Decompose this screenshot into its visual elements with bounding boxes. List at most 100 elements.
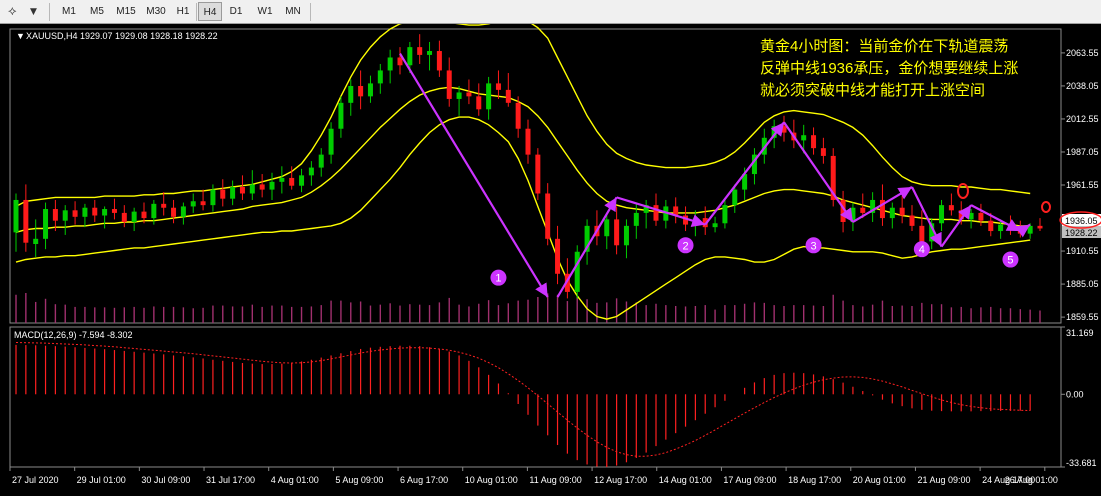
price-tag-current: 1928.22 bbox=[1065, 228, 1098, 238]
candle-body bbox=[210, 189, 216, 206]
candle-body bbox=[367, 83, 373, 97]
time-tick-label: 6 Aug 17:00 bbox=[400, 475, 448, 485]
candle-body bbox=[299, 175, 305, 186]
candle-body bbox=[811, 135, 817, 149]
candle-body bbox=[968, 212, 974, 220]
chart-area[interactable]: 1 2 3 4 5 ▼ XAUUSD,H4 1929.07 1929.08 1928.1… bbox=[0, 17, 1101, 492]
candle-body bbox=[348, 85, 354, 103]
candle-body bbox=[820, 148, 826, 156]
toolbar: ⟡ ▼ M1 M5 M15 M30 H1 H4 D1 W1 MN bbox=[0, 0, 1101, 24]
candle-body bbox=[545, 193, 551, 239]
time-tick-label: 4 Aug 01:00 bbox=[271, 475, 319, 485]
candle-body bbox=[171, 207, 177, 217]
price-tick-label: 2038.05 bbox=[1066, 81, 1099, 91]
candle-body bbox=[427, 51, 433, 55]
candle-body bbox=[623, 225, 629, 246]
candle-body bbox=[801, 135, 807, 141]
candle-body bbox=[13, 199, 19, 233]
candle-body bbox=[308, 167, 314, 176]
time-tick-label: 12 Aug 17:00 bbox=[594, 475, 647, 485]
candle-body bbox=[62, 210, 68, 221]
annotation-line-1: 黄金4小时图：当前金价在下轨道震荡 bbox=[760, 38, 1008, 55]
drawing-tools-icon: ⟡ bbox=[8, 4, 17, 19]
candle-body bbox=[230, 187, 236, 199]
timeframe-m30-button[interactable]: M30 bbox=[142, 2, 170, 21]
candle-body bbox=[889, 207, 895, 219]
candle-body bbox=[52, 209, 58, 221]
candle-body bbox=[318, 154, 324, 168]
timeframe-m15-button[interactable]: M15 bbox=[112, 2, 140, 21]
candle-body bbox=[417, 47, 423, 55]
candle-body bbox=[180, 206, 186, 217]
price-tick-label: 1910.55 bbox=[1066, 246, 1099, 256]
candle-body bbox=[387, 57, 393, 71]
candle-body bbox=[358, 85, 364, 97]
candle-body bbox=[939, 205, 945, 224]
candle-body bbox=[555, 238, 561, 274]
wave-marker-label: 1 bbox=[495, 273, 501, 285]
candle-body bbox=[653, 205, 659, 221]
macd-header: MACD(12,26,9) -7.594 -8.302 bbox=[14, 330, 133, 340]
drawing-tools-button[interactable]: ⟡ ▼ bbox=[6, 3, 42, 20]
price-tag-1936: 1936.05 bbox=[1065, 216, 1098, 226]
timeframe-w1-button[interactable]: W1 bbox=[252, 2, 278, 21]
candle-body bbox=[289, 177, 295, 186]
candle-body bbox=[72, 210, 78, 217]
candle-body bbox=[505, 89, 511, 103]
candle-body bbox=[899, 207, 905, 216]
symbol-header-arrow-icon: ▼ bbox=[16, 31, 25, 41]
candle-body bbox=[82, 207, 88, 217]
candle-body bbox=[978, 212, 984, 221]
candle-body bbox=[446, 70, 452, 99]
candle-body bbox=[269, 181, 275, 190]
annotation-line-3: 就必须突破中线才能打开上涨空间 bbox=[760, 82, 985, 99]
candle-body bbox=[111, 209, 117, 213]
candle-body bbox=[436, 51, 442, 71]
timeframe-mn-button[interactable]: MN bbox=[280, 2, 306, 21]
candle-body bbox=[732, 189, 738, 206]
annotation-line-2: 反弹中线1936承压，金价想要继续上涨 bbox=[760, 60, 1018, 77]
candle-body bbox=[574, 251, 580, 292]
candle-body bbox=[239, 187, 245, 194]
time-tick-label: 29 Jul 01:00 bbox=[77, 475, 126, 485]
candle-body bbox=[781, 126, 787, 133]
candle-body bbox=[486, 83, 492, 110]
candle-body bbox=[633, 212, 639, 226]
candle-body bbox=[998, 224, 1004, 232]
candle-body bbox=[102, 209, 108, 216]
candle-body bbox=[377, 70, 383, 84]
candle-body bbox=[515, 102, 521, 129]
candle-body bbox=[33, 238, 39, 244]
price-tick-label: 1961.55 bbox=[1066, 180, 1099, 190]
macd-tick-label: 0.00 bbox=[1066, 389, 1084, 399]
toolbar-separator bbox=[49, 3, 50, 21]
candle-body bbox=[279, 177, 285, 182]
timeframe-m5-button[interactable]: M5 bbox=[84, 2, 110, 21]
price-axis: 2063.55 2038.05 2012.55 1987.05 1961.55 1936.… bbox=[1061, 48, 1099, 322]
timeframe-h1-button[interactable]: H1 bbox=[172, 2, 194, 21]
toolbar-separator bbox=[196, 3, 197, 21]
price-tick-label: 2012.55 bbox=[1066, 114, 1099, 124]
timeframe-h4-button[interactable]: H4 bbox=[198, 2, 222, 21]
price-tick-label: 2063.55 bbox=[1066, 48, 1099, 58]
timeframe-d1-button[interactable]: D1 bbox=[224, 2, 248, 21]
candle-body bbox=[259, 184, 265, 190]
candle-body bbox=[121, 212, 127, 222]
time-tick-label: 5 Aug 09:00 bbox=[335, 475, 383, 485]
toolbar-separator bbox=[310, 3, 311, 21]
price-tick-label: 1885.05 bbox=[1066, 279, 1099, 289]
candle-body bbox=[535, 154, 541, 194]
candle-body bbox=[919, 225, 925, 242]
candle-body bbox=[328, 128, 334, 155]
symbol-ohlc-header: XAUUSD,H4 1929.07 1929.08 1928.18 1928.2… bbox=[26, 31, 218, 41]
time-tick-label: 20 Aug 01:00 bbox=[853, 475, 906, 485]
candle-body bbox=[948, 205, 954, 211]
time-tick-label: 17 Aug 09:00 bbox=[723, 475, 776, 485]
wave-marker-label: 4 bbox=[919, 244, 925, 256]
time-tick-label: 11 Aug 09:00 bbox=[529, 475, 581, 485]
candle-body bbox=[712, 223, 718, 228]
macd-tick-label: -33.681 bbox=[1066, 458, 1097, 468]
time-tick-label: 31 Jul 17:00 bbox=[206, 475, 255, 485]
timeframe-m1-button[interactable]: M1 bbox=[56, 2, 82, 21]
candle-body bbox=[141, 211, 147, 219]
